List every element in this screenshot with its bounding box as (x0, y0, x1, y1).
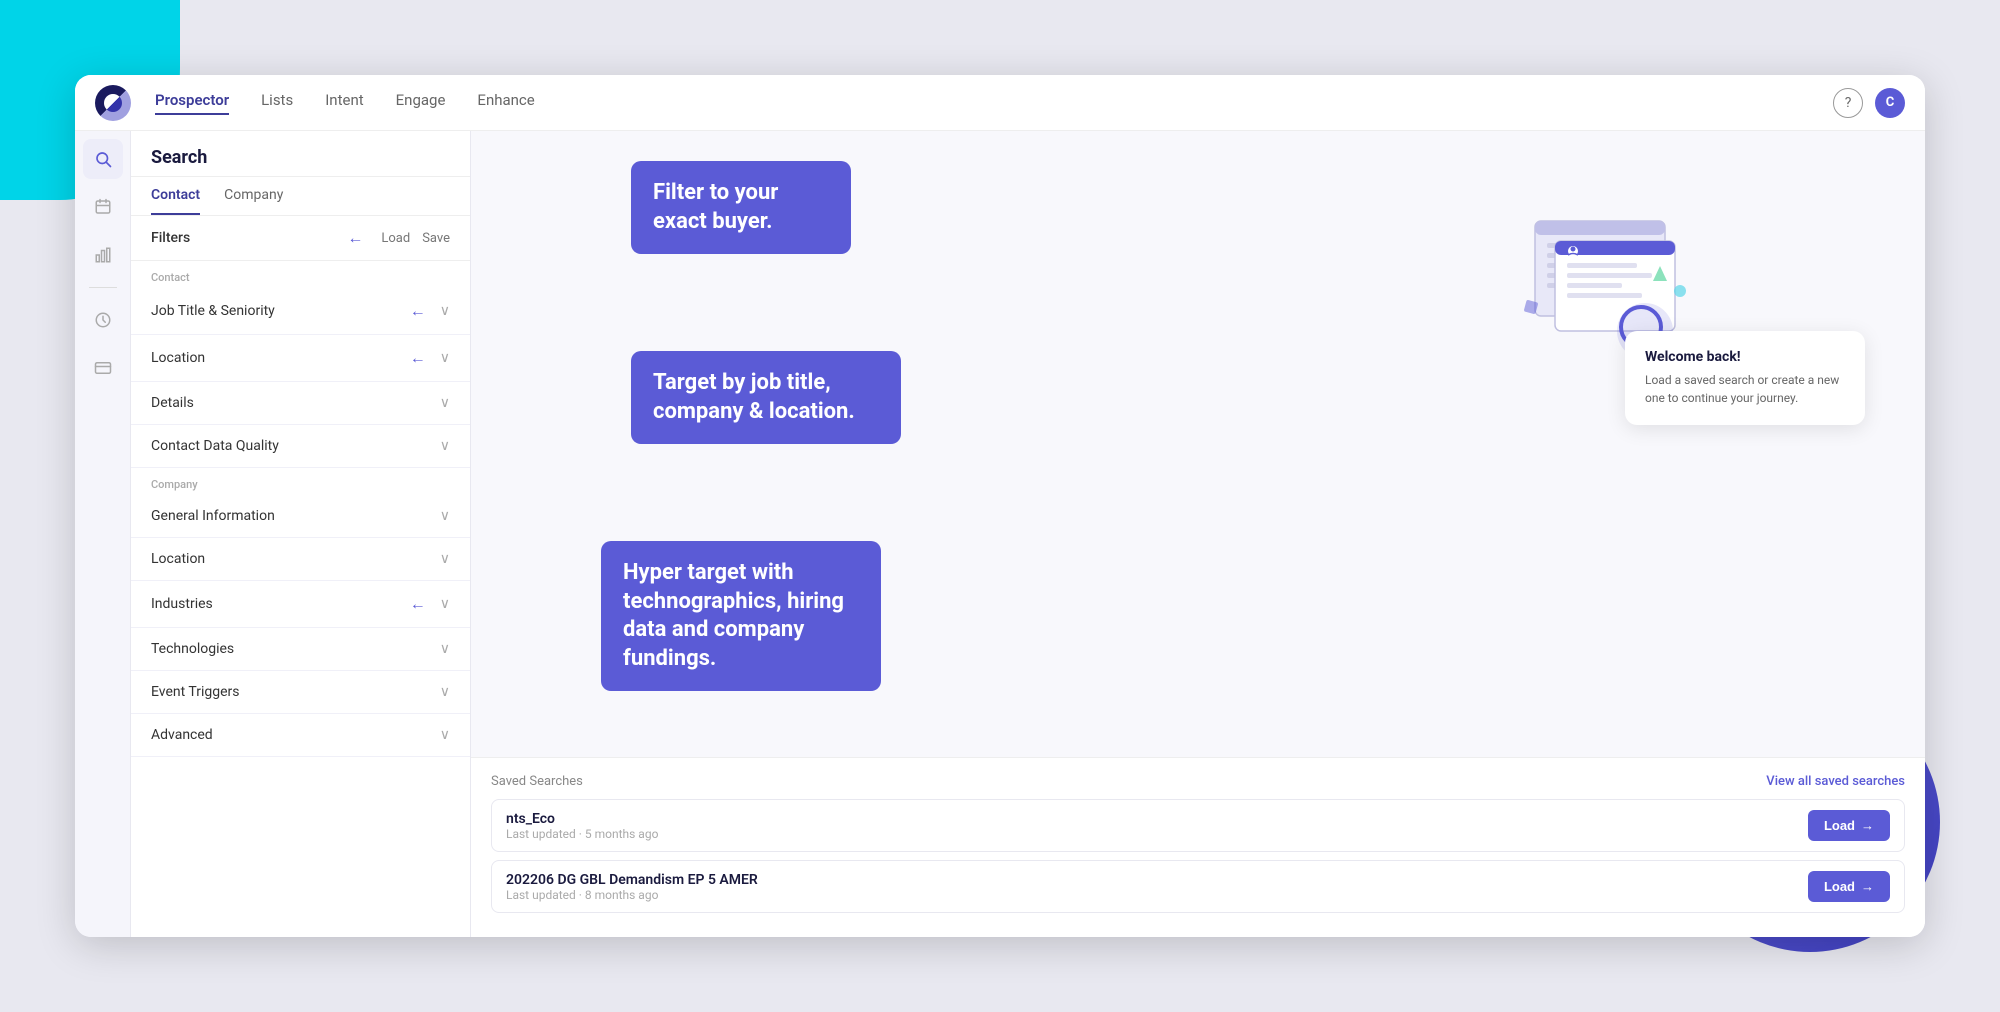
company-location-chevron: ∨ (440, 551, 450, 567)
load-arrow-icon-2: → (1861, 879, 1874, 894)
filter-details[interactable]: Details ∨ (131, 382, 470, 425)
view-all-saved-searches[interactable]: View all saved searches (1766, 774, 1905, 789)
sidebar-icon-search[interactable] (83, 139, 123, 179)
saved-search-name-1: nts_Eco (506, 811, 658, 827)
saved-search-name-2: 202206 DG GBL Demandism EP 5 AMER (506, 872, 758, 888)
nav-tab-enhance[interactable]: Enhance (477, 91, 534, 115)
details-chevron: ∨ (440, 395, 450, 411)
contact-company-tabs: Contact Company (131, 177, 470, 216)
industries-arrow-icon: ← (410, 594, 426, 614)
tooltip-1-text: Filter to your exact buyer. (653, 180, 778, 234)
event-triggers-chevron: ∨ (440, 684, 450, 700)
load-search-2-button[interactable]: Load → (1808, 871, 1890, 902)
filter-contact-location[interactable]: Location ← ∨ (131, 335, 470, 382)
nav-actions: ? C (1833, 88, 1905, 118)
nav-tabs: Prospector Lists Intent Engage Enhance (155, 91, 1833, 115)
browser-window: Prospector Lists Intent Engage Enhance ?… (75, 75, 1925, 937)
sidebar-icon-contacts[interactable] (83, 187, 123, 227)
welcome-text: Load a saved search or create a new one … (1645, 371, 1845, 407)
filters-actions: ← Load Save (347, 228, 450, 248)
page-title: Search (131, 131, 470, 177)
data-quality-chevron: ∨ (440, 438, 450, 454)
filter-details-label: Details (151, 395, 194, 411)
sidebar-icon-history[interactable] (83, 300, 123, 340)
nav-tab-intent[interactable]: Intent (325, 91, 363, 115)
filters-arrow-icon: ← (347, 228, 363, 248)
company-section-label: Company (131, 468, 470, 495)
tooltip-3-text: Hyper target with technographics, hiring… (623, 560, 844, 671)
main-area: Search Contact Company Filters ← Load Sa… (75, 131, 1925, 937)
help-button[interactable]: ? (1833, 88, 1863, 118)
filter-data-quality-label: Contact Data Quality (151, 438, 279, 454)
filter-advanced[interactable]: Advanced ∨ (131, 714, 470, 757)
filter-event-triggers-label: Event Triggers (151, 684, 240, 700)
tooltip-filter-buyer: Filter to your exact buyer. (631, 161, 851, 254)
logo-inner (104, 94, 122, 112)
saved-searches-header: Saved Searches View all saved searches (491, 774, 1905, 789)
filter-data-quality[interactable]: Contact Data Quality ∨ (131, 425, 470, 468)
technologies-chevron: ∨ (440, 641, 450, 657)
nav-tab-engage[interactable]: Engage (396, 91, 446, 115)
job-title-chevron: ∨ (440, 303, 450, 319)
welcome-title: Welcome back! (1645, 349, 1845, 365)
filter-company-location-label: Location (151, 551, 205, 567)
user-avatar[interactable]: C (1875, 88, 1905, 118)
filter-technologies-label: Technologies (151, 641, 234, 657)
filter-industries[interactable]: Industries ← ∨ (131, 581, 470, 628)
content-area: Filter to your exact buyer. Target by jo… (471, 131, 1925, 937)
tooltip-hyper-target: Hyper target with technographics, hiring… (601, 541, 881, 691)
sidebar-icon-card[interactable] (83, 348, 123, 388)
nav-tab-prospector[interactable]: Prospector (155, 91, 229, 115)
tab-company[interactable]: Company (224, 177, 283, 215)
general-info-chevron: ∨ (440, 508, 450, 524)
saved-searches-label: Saved Searches (491, 774, 583, 789)
filter-job-title[interactable]: Job Title & Seniority ← ∨ (131, 288, 470, 335)
welcome-card: Welcome back! Load a saved search or cre… (1625, 331, 1865, 425)
tooltip-target-job: Target by job title, company & location. (631, 351, 901, 444)
nav-tab-lists[interactable]: Lists (261, 91, 293, 115)
saved-search-meta-2: Last updated · 8 months ago (506, 888, 758, 902)
industries-chevron: ∨ (440, 596, 450, 612)
filters-label: Filters (151, 230, 190, 246)
filter-advanced-label: Advanced (151, 727, 213, 743)
filter-event-triggers[interactable]: Event Triggers ∨ (131, 671, 470, 714)
filter-industries-label: Industries (151, 596, 213, 612)
load-arrow-icon-1: → (1861, 818, 1874, 833)
load-button[interactable]: Load (381, 231, 410, 246)
filter-general-info[interactable]: General Information ∨ (131, 495, 470, 538)
saved-search-info-2: 202206 DG GBL Demandism EP 5 AMER Last u… (506, 872, 758, 902)
job-title-arrow-icon: ← (410, 301, 426, 321)
top-nav: Prospector Lists Intent Engage Enhance ?… (75, 75, 1925, 131)
filters-row: Filters ← Load Save (131, 216, 470, 261)
contact-section-label: Contact (131, 261, 470, 288)
advanced-chevron: ∨ (440, 727, 450, 743)
load-search-1-button[interactable]: Load → (1808, 810, 1890, 841)
contact-location-arrow-icon: ← (410, 348, 426, 368)
saved-searches-area: Saved Searches View all saved searches n… (471, 757, 1925, 937)
contact-location-chevron: ∨ (440, 350, 450, 366)
tab-contact[interactable]: Contact (151, 177, 200, 215)
filter-general-info-label: General Information (151, 508, 275, 524)
sidebar-divider (89, 287, 117, 288)
saved-search-item-2: 202206 DG GBL Demandism EP 5 AMER Last u… (491, 860, 1905, 913)
filter-contact-location-label: Location (151, 350, 205, 366)
filter-technologies[interactable]: Technologies ∨ (131, 628, 470, 671)
filter-company-location[interactable]: Location ∨ (131, 538, 470, 581)
load-search-2-label: Load (1824, 879, 1855, 894)
icon-sidebar (75, 131, 131, 937)
app-logo[interactable] (95, 85, 131, 121)
filter-job-title-label: Job Title & Seniority (151, 303, 275, 319)
saved-search-info-1: nts_Eco Last updated · 5 months ago (506, 811, 658, 841)
sidebar-icon-chart[interactable] (83, 235, 123, 275)
filter-panel: Search Contact Company Filters ← Load Sa… (131, 131, 471, 937)
saved-search-item-1: nts_Eco Last updated · 5 months ago Load… (491, 799, 1905, 852)
load-search-1-label: Load (1824, 818, 1855, 833)
tooltip-2-text: Target by job title, company & location. (653, 370, 855, 424)
save-button[interactable]: Save (422, 231, 450, 246)
saved-search-meta-1: Last updated · 5 months ago (506, 827, 658, 841)
